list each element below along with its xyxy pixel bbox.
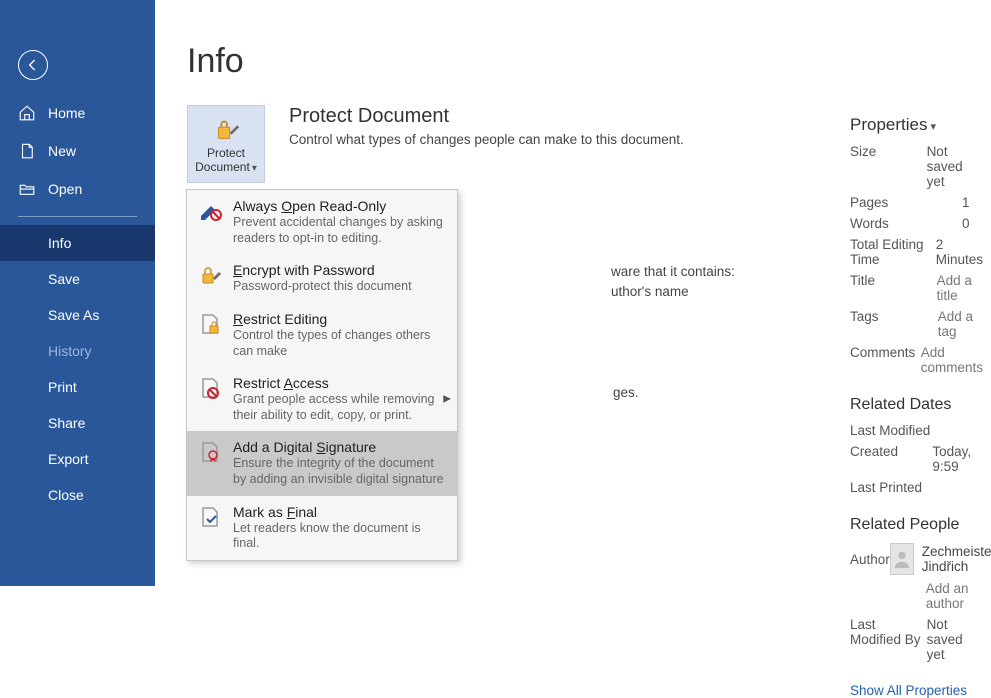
menu-item-restrict-editing[interactable]: Restrict Editing Control the types of ch… (187, 303, 457, 367)
prop-created-label: Created (850, 444, 932, 474)
manage-text-fragment: ges. (613, 385, 639, 400)
prop-created-value: Today, 9:59 (932, 444, 983, 474)
sidebar-item-print[interactable]: Print (0, 369, 155, 405)
sidebar-item-info[interactable]: Info (0, 225, 155, 261)
backstage-sidebar: Home New Open Info Save Save As History (0, 0, 155, 586)
new-doc-icon (18, 142, 36, 160)
back-button[interactable] (18, 50, 48, 80)
sidebar-item-label: Share (48, 415, 85, 431)
prop-comments-label: Comments (850, 345, 921, 375)
sidebar-item-label: Close (48, 487, 84, 503)
chevron-down-icon: ▾ (252, 163, 257, 174)
prop-title-input[interactable]: Add a title (937, 273, 983, 303)
chevron-down-icon: ▾ (930, 121, 936, 133)
prop-lastmodby-label: Last Modified By (850, 617, 927, 662)
prop-lastmod-label: Last Modified (850, 423, 962, 438)
properties-dropdown[interactable]: Properties▾ (850, 115, 983, 135)
page-title: Info (187, 42, 991, 81)
sidebar-item-save[interactable]: Save (0, 261, 155, 297)
sidebar-divider (18, 216, 137, 217)
protect-button-line1: Protect (207, 146, 245, 160)
protect-button-line2: Document (195, 160, 250, 174)
prop-pages-value: 1 (962, 195, 970, 210)
inspect-text-fragment: ware that it contains: uthor's name (611, 262, 735, 303)
sidebar-item-label: Info (48, 235, 71, 251)
prop-size-value: Not saved yet (927, 144, 983, 189)
readonly-icon (197, 198, 223, 224)
sidebar-item-close[interactable]: Close (0, 477, 155, 513)
sidebar-item-export[interactable]: Export (0, 441, 155, 477)
doc-ribbon-icon (197, 439, 223, 465)
sidebar-item-label: Home (48, 105, 85, 121)
sidebar-item-open[interactable]: Open (0, 170, 155, 208)
protect-document-menu: Always Open Read-Only Prevent accidental… (186, 189, 458, 561)
prop-lastmodby-value: Not saved yet (927, 617, 983, 662)
prop-pages-label: Pages (850, 195, 962, 210)
doc-forbidden-icon (197, 375, 223, 401)
menu-item-encrypt-password[interactable]: Encrypt with Password Password-protect t… (187, 254, 457, 303)
home-icon (18, 104, 36, 122)
open-folder-icon (18, 180, 36, 198)
properties-panel: Properties▾ SizeNot saved yet Pages1 Wor… (850, 115, 983, 698)
protect-heading: Protect Document (289, 105, 684, 128)
menu-item-mark-final[interactable]: Mark as Final Let readers know the docum… (187, 496, 457, 560)
menu-item-open-readonly[interactable]: Always Open Read-Only Prevent accidental… (187, 190, 457, 254)
sidebar-item-new[interactable]: New (0, 132, 155, 170)
lock-key-icon (197, 262, 223, 288)
prop-edittime-value: 2 Minutes (936, 237, 983, 267)
show-all-properties-link[interactable]: Show All Properties (850, 683, 967, 698)
sidebar-item-home[interactable]: Home (0, 94, 155, 132)
prop-lastprint-label: Last Printed (850, 480, 962, 495)
doc-check-icon (197, 504, 223, 530)
prop-author-label: Author (850, 552, 890, 567)
sidebar-item-label: New (48, 143, 76, 159)
sidebar-item-history[interactable]: History (0, 333, 155, 369)
protect-document-button[interactable]: Protect Document ▾ (187, 105, 265, 183)
prop-tags-input[interactable]: Add a tag (938, 309, 983, 339)
menu-item-digital-signature[interactable]: Add a Digital Signature Ensure the integ… (187, 431, 457, 495)
arrow-left-icon (25, 57, 41, 73)
sidebar-item-label: History (48, 343, 92, 359)
menu-item-restrict-access[interactable]: Restrict Access Grant people access whil… (187, 367, 457, 431)
lock-key-icon (211, 114, 241, 144)
avatar[interactable] (890, 543, 914, 575)
prop-words-value: 0 (962, 216, 970, 231)
sidebar-item-label: Save As (48, 307, 99, 323)
protect-description: Control what types of changes people can… (289, 132, 684, 147)
submenu-arrow-icon: ▶ (443, 394, 451, 405)
related-people-heading: Related People (850, 516, 983, 534)
prop-comments-input[interactable]: Add comments (921, 345, 983, 375)
related-dates-heading: Related Dates (850, 396, 983, 414)
sidebar-item-label: Export (48, 451, 88, 467)
doc-lock-icon (197, 311, 223, 337)
prop-title-label: Title (850, 273, 937, 303)
prop-size-label: Size (850, 144, 927, 189)
author-name[interactable]: Zechmeister Jindřich (922, 544, 991, 574)
person-icon (891, 548, 913, 570)
sidebar-item-saveas[interactable]: Save As (0, 297, 155, 333)
sidebar-item-label: Open (48, 181, 82, 197)
prop-tags-label: Tags (850, 309, 938, 339)
sidebar-item-share[interactable]: Share (0, 405, 155, 441)
sidebar-item-label: Save (48, 271, 80, 287)
prop-edittime-label: Total Editing Time (850, 237, 936, 267)
sidebar-item-label: Print (48, 379, 77, 395)
prop-words-label: Words (850, 216, 962, 231)
